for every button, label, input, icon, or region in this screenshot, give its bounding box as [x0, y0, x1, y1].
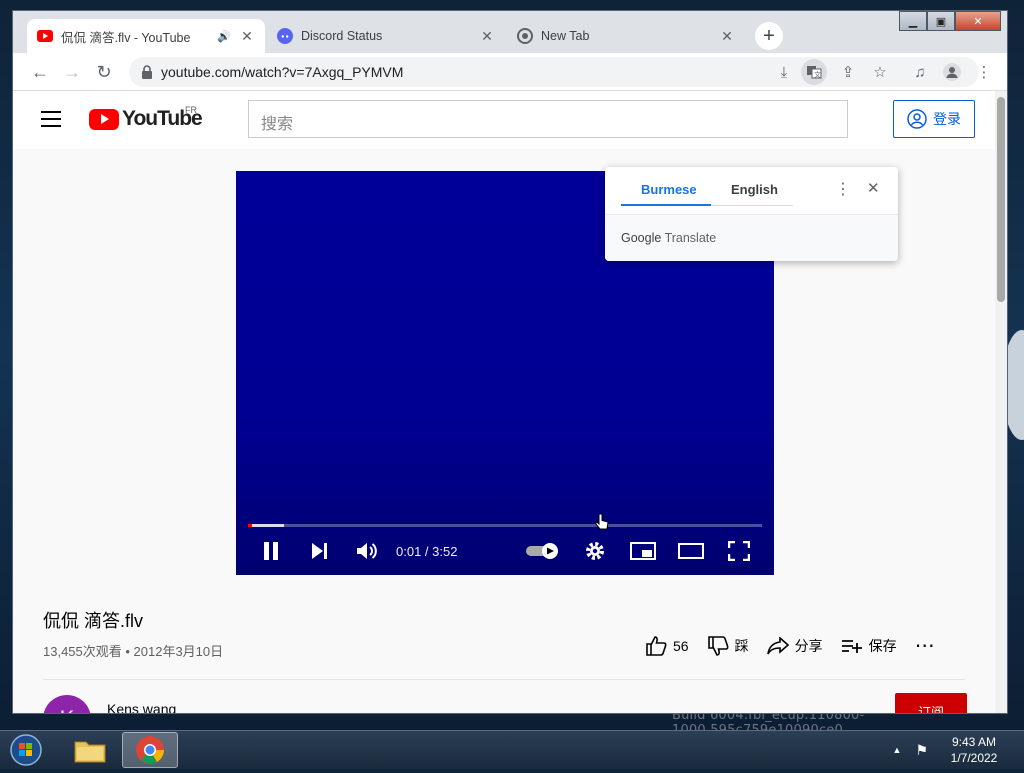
- autoplay-toggle[interactable]: [526, 537, 560, 565]
- search-input[interactable]: 搜索: [248, 100, 848, 138]
- views-and-date: 13,455次观看 • 2012年3月10日: [43, 644, 224, 659]
- youtube-header: YouTube FR 搜索 登录: [13, 91, 995, 149]
- player-controls: 0:01 / 3:52: [236, 537, 774, 565]
- like-button[interactable]: 56: [645, 635, 689, 656]
- dislike-label: 踩: [734, 637, 749, 654]
- close-window-button[interactable]: ✕: [955, 11, 1001, 31]
- lock-icon: [142, 65, 152, 79]
- buffered-bar: [248, 524, 284, 527]
- menu-kebab-icon[interactable]: ⋮: [971, 59, 997, 85]
- scrollbar-thumb[interactable]: [997, 97, 1005, 302]
- bookmark-star-icon[interactable]: ☆: [867, 59, 893, 85]
- browser-toolbar: ← → ↻ youtube.com/watch?v=7Axgq_PYMVM ⤓ …: [13, 53, 1007, 91]
- file-explorer-icon[interactable]: [62, 732, 118, 768]
- target-language-tab[interactable]: English: [731, 182, 778, 197]
- clock[interactable]: 9:43 AM 1/7/2022: [944, 734, 1004, 766]
- media-control-icon[interactable]: ♫: [907, 59, 933, 85]
- save-button[interactable]: 保存: [841, 636, 897, 656]
- playlist-add-icon: [841, 639, 862, 653]
- share-label: 分享: [794, 637, 823, 654]
- tab-title: 侃侃 滴答.flv - YouTube: [61, 30, 191, 45]
- maximize-button[interactable]: ▣: [927, 11, 955, 31]
- google-translate-brand: Google Translate: [621, 231, 717, 245]
- next-icon[interactable]: [310, 537, 330, 565]
- more-options-icon[interactable]: ⋯: [915, 633, 936, 658]
- translate-options-icon[interactable]: ⋮: [835, 179, 851, 199]
- windows-taskbar: ▲ ⚑ 9:43 AM 1/7/2022: [0, 730, 1024, 769]
- svg-text:文: 文: [814, 70, 821, 79]
- share-icon[interactable]: ⇪: [835, 59, 861, 85]
- volume-icon[interactable]: [356, 537, 378, 565]
- section-divider: [43, 679, 965, 680]
- account-icon: [907, 109, 927, 129]
- close-tab-icon[interactable]: ✕: [239, 28, 255, 45]
- reload-icon[interactable]: ↻: [93, 61, 115, 83]
- share-arrow-icon: [766, 636, 789, 654]
- country-code: FR: [185, 105, 197, 115]
- thumbs-up-icon: [646, 635, 667, 656]
- tab-youtube[interactable]: 侃侃 滴答.flv - YouTube 🔊 ✕: [27, 19, 265, 53]
- pause-icon[interactable]: [262, 537, 280, 565]
- chrome-taskbar-icon[interactable]: [122, 732, 178, 768]
- start-button[interactable]: [6, 732, 46, 768]
- source-language-tab[interactable]: Burmese: [641, 182, 697, 197]
- tab-discord-status[interactable]: Discord Status ✕: [267, 19, 505, 53]
- channel-name[interactable]: Kens wang: [107, 701, 176, 713]
- video-actions: 56 踩 分享 保存 ⋯: [645, 633, 954, 658]
- dislike-button[interactable]: 踩: [707, 635, 749, 656]
- selected-tab-indicator: [621, 204, 711, 206]
- chrome-window: ▁ ▣ ✕ 侃侃 滴答.flv - YouTube 🔊 ✕ Discord St…: [12, 10, 1008, 714]
- clock-date: 1/7/2022: [950, 751, 998, 765]
- back-arrow-icon[interactable]: ←: [29, 61, 51, 83]
- signin-button[interactable]: 登录: [893, 100, 975, 138]
- system-tray: ▲ ⚑ 9:43 AM 1/7/2022: [893, 731, 1024, 769]
- chrome-icon: [517, 28, 533, 44]
- window-controls: ▁ ▣ ✕: [899, 11, 1001, 31]
- close-popup-icon[interactable]: ✕: [867, 179, 880, 197]
- fullscreen-icon[interactable]: [728, 537, 750, 565]
- speaker-icon[interactable]: 🔊: [217, 30, 231, 43]
- show-hidden-icons-icon[interactable]: ▲: [893, 745, 902, 755]
- tab-new-tab[interactable]: New Tab ✕: [507, 19, 745, 53]
- hand-cursor-icon: [594, 513, 610, 538]
- url-text: youtube.com/watch?v=7Axgq_PYMVM: [161, 64, 404, 80]
- tab-underline: [711, 205, 793, 206]
- tab-title: New Tab: [541, 29, 590, 43]
- share-button[interactable]: 分享: [766, 636, 823, 656]
- page-scrollbar[interactable]: [995, 91, 1007, 713]
- thumbs-down-icon: [707, 635, 729, 656]
- youtube-play-icon: [89, 108, 119, 130]
- youtube-page: YouTube FR 搜索 登录 优酷: [13, 91, 995, 713]
- install-app-icon[interactable]: ⤓: [771, 59, 797, 85]
- profile-icon[interactable]: [939, 59, 965, 85]
- subscribe-button[interactable]: 订阅: [895, 693, 967, 713]
- save-label: 保存: [868, 637, 897, 654]
- translate-popup: Burmese English ⋮ ✕ Google Translate: [605, 167, 898, 261]
- played-bar: [248, 524, 252, 527]
- translate-icon[interactable]: 文: [801, 59, 827, 85]
- time-display: 0:01 / 3:52: [396, 543, 458, 559]
- popup-footer: Google Translate: [605, 215, 898, 261]
- new-tab-button[interactable]: +: [755, 22, 783, 50]
- forward-arrow-icon[interactable]: →: [61, 61, 83, 83]
- progress-bar[interactable]: [248, 524, 762, 527]
- miniplayer-icon[interactable]: [630, 537, 656, 565]
- close-tab-icon[interactable]: ✕: [479, 28, 495, 45]
- tab-strip: 侃侃 滴答.flv - YouTube 🔊 ✕ Discord Status ✕…: [27, 19, 783, 53]
- channel-avatar[interactable]: K: [43, 695, 91, 713]
- minimize-button[interactable]: ▁: [899, 11, 927, 31]
- search-placeholder: 搜索: [261, 116, 294, 133]
- theater-mode-icon[interactable]: [678, 537, 704, 565]
- settings-gear-icon[interactable]: [584, 537, 606, 565]
- signin-label: 登录: [933, 111, 961, 127]
- hamburger-menu-icon[interactable]: [41, 111, 61, 127]
- like-count: 56: [673, 637, 689, 654]
- discord-icon: [277, 28, 293, 44]
- clock-time: 9:43 AM: [951, 735, 997, 749]
- action-center-flag-icon[interactable]: ⚑: [915, 742, 928, 759]
- close-tab-icon[interactable]: ✕: [719, 28, 735, 45]
- video-title: 侃侃 滴答.flv: [43, 611, 144, 631]
- tab-title: Discord Status: [301, 29, 383, 43]
- youtube-icon: [37, 28, 53, 44]
